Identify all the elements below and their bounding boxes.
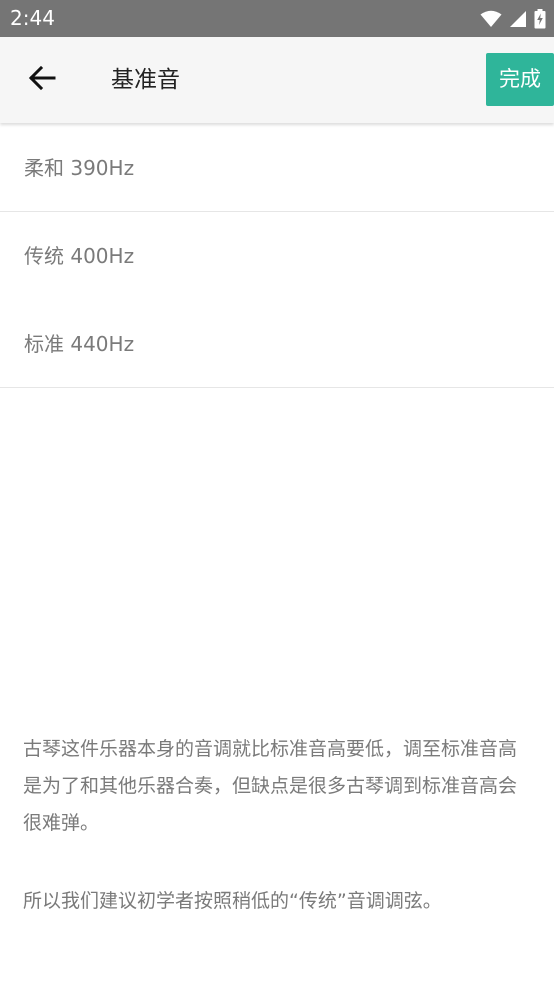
option-soft-390hz[interactable]: 柔和 390Hz [0, 124, 554, 212]
app-bar: 基准音 完成 [0, 37, 554, 123]
status-time: 2:44 [10, 6, 55, 30]
option-standard-440hz[interactable]: 标准 440Hz [0, 300, 554, 388]
signal-icon [509, 10, 527, 28]
arrow-left-icon [28, 64, 56, 96]
option-label: 标准 440Hz [24, 332, 135, 356]
battery-charging-icon [534, 9, 546, 29]
status-bar: 2:44 [0, 0, 554, 37]
recommendation-note: 所以我们建议初学者按照稍低的“传统”音调调弦。 [23, 890, 442, 912]
option-label: 传统 400Hz [24, 244, 135, 268]
status-icons [480, 7, 546, 31]
page-title: 基准音 [111, 67, 180, 93]
option-label: 柔和 390Hz [24, 156, 135, 180]
reference-pitch-list: 柔和 390Hz 传统 400Hz 标准 440Hz [0, 124, 554, 388]
wifi-icon [480, 10, 502, 28]
done-button[interactable]: 完成 [486, 53, 554, 106]
back-button[interactable] [18, 56, 66, 104]
option-traditional-400hz[interactable]: 传统 400Hz [0, 212, 554, 300]
description-text: 古琴这件乐器本身的音调就比标准音高要低，调至标准音高是为了和其他乐器合奏，但缺点… [23, 738, 518, 834]
